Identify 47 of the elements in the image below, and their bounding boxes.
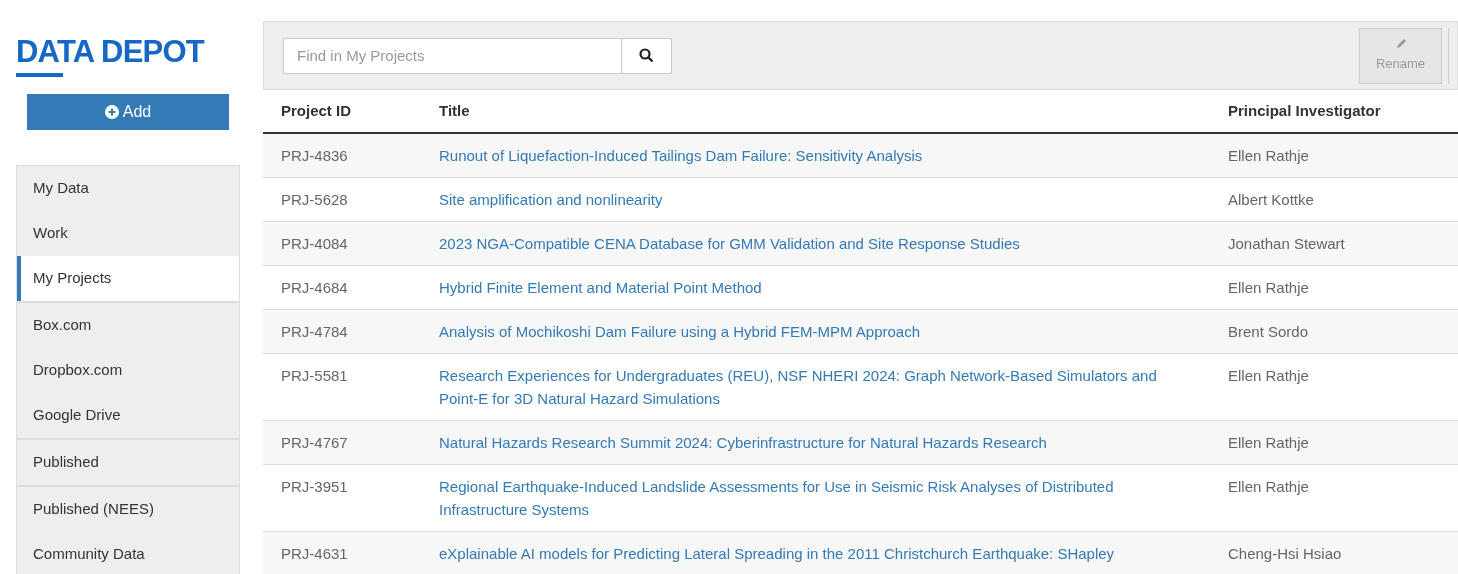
sidebar-item[interactable]: Published (17, 440, 239, 485)
sidebar-item[interactable]: Published (NEES) (17, 487, 239, 532)
project-title-link[interactable]: Runout of Liquefaction-Induced Tailings Dam Failure: Sensitivity Analysis (439, 144, 923, 167)
investigator-name: Ellen Rathje (1228, 367, 1309, 384)
add-button[interactable]: Add (27, 94, 229, 130)
project-id: PRJ-4836 (281, 147, 348, 164)
project-title-link[interactable]: Site amplification and nonlinearity (439, 188, 663, 211)
search-button[interactable] (622, 37, 672, 74)
pencil-icon (1394, 37, 1407, 50)
sidebar-item[interactable]: Work (17, 211, 239, 256)
investigator-name: Ellen Rathje (1228, 147, 1309, 164)
plus-circle-icon (104, 105, 119, 119)
project-title-link[interactable]: Research Experiences for Undergraduates (REU), NSF NHERI 2024: Graph Network-Based Simulators and Point-E for 3D Natural Hazard Simulations (439, 364, 1188, 410)
sidebar-item[interactable]: My Data (17, 166, 239, 211)
investigator-name: Ellen Rathje (1228, 279, 1309, 296)
search-field[interactable]: Find in My Projects (283, 37, 622, 74)
logo: DATA DEPOT (16, 36, 206, 67)
project-title-link[interactable]: Natural Hazards Research Summit 2024: Cyberinfrastructure for Natural Hazards Research (439, 431, 1047, 454)
project-id: PRJ-4631 (281, 545, 348, 562)
sidebar-item[interactable]: Dropbox.com (17, 348, 239, 393)
project-title-link[interactable]: Regional Earthquake-Induced Landslide Assessments for Use in Seismic Risk Analyses of Distributed Infrastructure Systems (439, 475, 1188, 521)
investigator-name: Jonathan Stewart (1228, 235, 1345, 252)
sidebar-item[interactable]: Community Data (17, 532, 239, 574)
project-id: PRJ-5581 (281, 367, 348, 384)
project-title-link[interactable]: Hybrid Finite Element and Material Point Method (439, 276, 762, 299)
sidebar-item[interactable]: Box.com (17, 303, 239, 348)
investigator-name: Brent Sordo (1228, 323, 1309, 340)
project-id: PRJ-3951 (281, 478, 348, 495)
project-title-link[interactable]: Analysis of Mochikoshi Dam Failure using a Hybrid FEM-MPM Approach (439, 320, 920, 343)
column-header: Title (439, 100, 471, 121)
investigator-name: Ellen Rathje (1228, 478, 1309, 495)
sidebar-item[interactable]: Google Drive (17, 393, 239, 438)
project-title-link[interactable]: 2023 NGA-Compatible CENA Database for GMM Validation and Site Response Studies (439, 232, 1020, 255)
investigator-name: Albert Kottke (1228, 191, 1314, 208)
project-id: PRJ-4767 (281, 434, 348, 451)
project-id: PRJ-5628 (281, 191, 348, 208)
search-icon (639, 48, 654, 63)
investigator-name: Ellen Rathje (1228, 434, 1309, 451)
project-id: PRJ-4784 (281, 323, 348, 340)
project-title-link[interactable]: eXplainable AI models for Predicting Lateral Spreading in the 2011 Christchurch Earthquake: SHapley (439, 542, 1115, 565)
column-header: Principal Investigator (1228, 100, 1382, 121)
sidebar-item[interactable]: My Projects (17, 256, 239, 301)
logo-underline (16, 73, 63, 77)
investigator-name: Cheng-Hsi Hsiao (1228, 545, 1342, 562)
project-id: PRJ-4084 (281, 235, 348, 252)
project-id: PRJ-4684 (281, 279, 348, 296)
column-header: Project ID (280, 100, 353, 121)
